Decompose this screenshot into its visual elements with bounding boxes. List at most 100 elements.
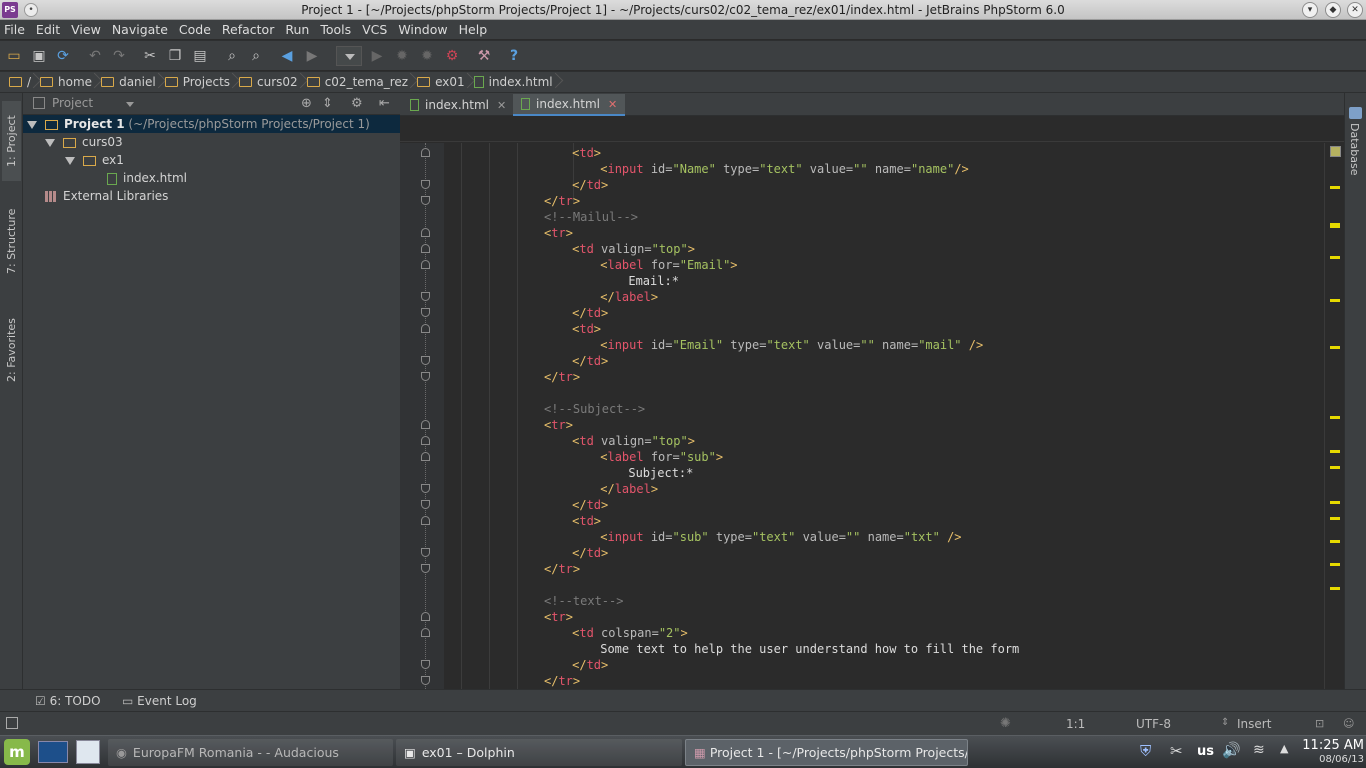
file-encoding[interactable]: UTF-8 [1136,717,1171,731]
fold-end-icon[interactable] [421,180,430,189]
clock-time[interactable]: 11:25 AM [1300,738,1364,753]
tool-tab-todo[interactable]: ☑ 6: TODO [35,694,101,708]
code-editor[interactable]: <td> <input id="Name" type="text" value="… [444,143,1324,689]
project-view-selector[interactable]: Project [52,96,93,110]
minimize-icon[interactable]: ▾ [1302,2,1318,18]
menu-help[interactable]: Help [459,22,488,37]
keyboard-layout[interactable]: us [1197,744,1214,759]
inspector-icon[interactable]: ☺ [1343,717,1354,730]
close-icon[interactable]: ✕ [1347,2,1363,18]
fold-end-icon[interactable] [421,356,430,365]
lock-icon[interactable]: ⊡ [1315,717,1324,730]
crumb-index-html[interactable]: index.html [471,72,559,92]
warning-marker[interactable] [1330,223,1340,228]
warning-marker[interactable] [1330,466,1340,469]
close-tab-icon[interactable]: ✕ [497,99,506,112]
undo-icon[interactable]: ↶ [86,47,104,65]
error-stripe[interactable] [1324,143,1344,689]
find-icon[interactable]: ⌕ [223,47,241,65]
editor-gutter[interactable] [400,143,444,689]
fold-end-icon[interactable] [421,484,430,493]
crumb-home[interactable]: home [37,72,98,92]
warning-marker[interactable] [1330,563,1340,566]
crumb-c02-tema-rez[interactable]: c02_tema_rez [304,72,414,92]
scroll-from-source-icon[interactable]: ⊕ [301,96,312,111]
show-desktop-icon[interactable] [38,741,68,763]
tray-expand-icon[interactable]: ▲ [1280,742,1288,755]
fold-start-icon[interactable] [421,420,430,429]
crumb-curs02[interactable]: curs02 [236,72,304,92]
insert-mode[interactable]: Insert [1237,717,1271,731]
debug-icon[interactable]: ✹ [393,47,411,65]
plugins-icon[interactable]: ⚙ [443,47,461,65]
warning-marker[interactable] [1330,517,1340,520]
open-folder-icon[interactable]: ▭ [5,47,23,65]
hide-panel-icon[interactable]: ⇤ [379,96,390,111]
tree-row-project-root[interactable]: Project 1 (~/Projects/phpStorm Projects/… [23,115,400,133]
toggle-tool-windows-icon[interactable] [6,717,18,729]
menu-vcs[interactable]: VCS [362,22,387,37]
menu-navigate[interactable]: Navigate [112,22,168,37]
fold-start-icon[interactable] [421,612,430,621]
cut-icon[interactable]: ✂ [141,47,159,65]
fold-end-icon[interactable] [421,548,430,557]
fold-end-icon[interactable] [421,500,430,509]
coverage-icon[interactable]: ✹ [418,47,436,65]
editor-tab-index-html-1[interactable]: index.html ✕ [402,94,514,116]
shield-icon[interactable]: ⛨ [1140,742,1151,760]
task-dolphin[interactable]: ▣ ex01 – Dolphin [396,739,682,766]
warning-marker[interactable] [1330,256,1340,259]
fold-start-icon[interactable] [421,516,430,525]
fold-end-icon[interactable] [421,372,430,381]
fold-start-icon[interactable] [421,628,430,637]
run-icon[interactable]: ▶ [368,47,386,65]
help-icon[interactable]: ? [505,47,523,65]
file-manager-icon[interactable] [76,740,100,764]
warning-marker[interactable] [1330,501,1340,504]
task-audacious[interactable]: ◉ EuropaFM Romania - - Audacious [108,739,393,766]
wifi-icon[interactable]: ≋ [1253,742,1265,758]
close-tab-icon[interactable]: ✕ [608,98,617,111]
fold-start-icon[interactable] [421,436,430,445]
clipboard-scissors-icon[interactable]: ✂ [1170,742,1183,760]
fold-end-icon[interactable] [421,564,430,573]
paste-icon[interactable]: ▤ [191,47,209,65]
warning-marker[interactable] [1330,186,1340,189]
chevron-down-icon[interactable] [126,102,134,107]
editor-tab-index-html-2[interactable]: index.html ✕ [513,94,626,116]
fold-start-icon[interactable] [421,452,430,461]
task-phpstorm[interactable]: ▦ Project 1 - [~/Projects/phpStorm Proje… [685,739,968,766]
tree-row-ex1[interactable]: ex1 [65,151,124,169]
tool-tab-event-log[interactable]: ▭ Event Log [122,694,197,708]
forward-icon[interactable]: ▶ [303,47,321,65]
gear-icon[interactable]: ⚙ [351,96,363,111]
copy-icon[interactable]: ❐ [166,47,184,65]
menu-view[interactable]: View [71,22,101,37]
warning-marker[interactable] [1330,450,1340,453]
tool-tab-favorites[interactable]: 2: Favorites [2,308,21,393]
warning-marker[interactable] [1330,416,1340,419]
menu-window[interactable]: Window [398,22,447,37]
tool-tab-project[interactable]: 1: Project [2,101,21,181]
menu-edit[interactable]: Edit [36,22,60,37]
fold-end-icon[interactable] [421,292,430,301]
fold-end-icon[interactable] [421,196,430,205]
menu-tools[interactable]: Tools [320,22,351,37]
fold-start-icon[interactable] [421,260,430,269]
run-config-dropdown[interactable] [336,46,362,66]
warning-marker[interactable] [1330,540,1340,543]
tool-tab-database[interactable]: Database [1348,123,1361,176]
back-icon[interactable]: ◀ [278,47,296,65]
crumb-daniel[interactable]: daniel [98,72,162,92]
menu-refactor[interactable]: Refactor [222,22,274,37]
tree-row-curs03[interactable]: curs03 [45,133,123,151]
crumb-ex01[interactable]: ex01 [414,72,471,92]
fold-end-icon[interactable] [421,308,430,317]
warning-marker[interactable] [1330,587,1340,590]
menu-file[interactable]: File [4,22,25,37]
collapse-all-icon[interactable]: ⇕ [322,96,333,111]
synchronize-icon[interactable]: ⟳ [54,47,72,65]
save-all-icon[interactable]: ▣ [30,47,48,65]
inspection-status-icon[interactable] [1330,146,1341,157]
crumb-root[interactable]: / [6,72,37,92]
